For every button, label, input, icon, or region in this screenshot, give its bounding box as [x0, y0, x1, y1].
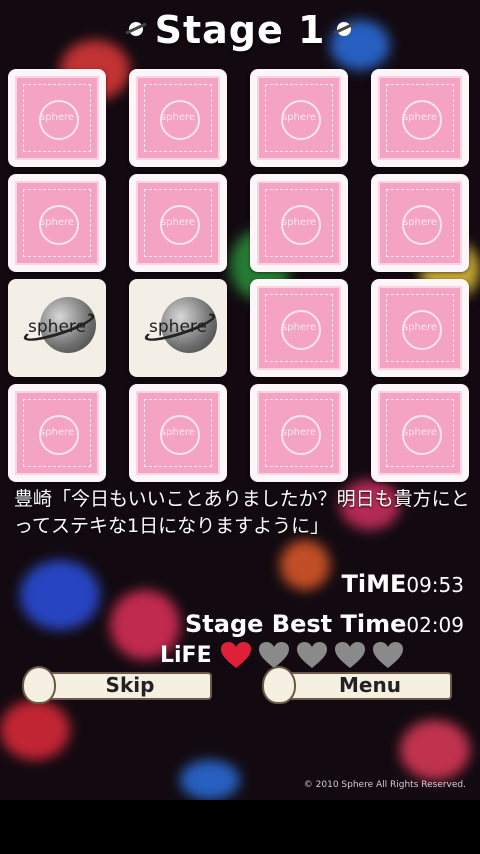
card-back-pattern: sphere — [257, 391, 341, 475]
card-face-down[interactable]: sphere — [371, 384, 469, 482]
card-face-down[interactable]: sphere — [8, 174, 106, 272]
card-label: sphere — [149, 317, 207, 337]
heart-empty-icon — [334, 642, 365, 668]
card-face-down[interactable]: sphere — [371, 69, 469, 167]
copyright-notice: © 2010 Sphere All Rights Reserved. — [303, 780, 466, 790]
skip-button[interactable]: Skip — [22, 666, 212, 704]
time-label: TiME — [341, 570, 407, 598]
time-display: TiME09:53 — [341, 570, 464, 598]
planet-icon — [337, 21, 352, 36]
card-grid: sphere sphere sphere sphere sphere sphere sphe… — [8, 69, 472, 483]
card-label: sphere — [160, 217, 196, 228]
heart-empty-icon — [258, 642, 289, 668]
sphere-logo-icon: sphere — [18, 293, 97, 363]
card-face-down[interactable]: sphere — [8, 384, 106, 482]
skip-label: Skip — [105, 673, 155, 697]
life-label: LiFE — [160, 642, 212, 668]
card-face-down[interactable]: sphere — [129, 384, 227, 482]
card-face-down[interactable]: sphere — [250, 384, 348, 482]
heart-knot-icon — [22, 666, 56, 704]
card-back-pattern: sphere — [378, 181, 462, 265]
card-label: sphere — [160, 112, 196, 123]
card-back-pattern: sphere — [257, 286, 341, 370]
card-label: sphere — [39, 112, 75, 123]
bokeh-light — [400, 720, 470, 780]
card-label: sphere — [281, 112, 317, 123]
stage-title-text: Stage 1 — [154, 8, 326, 52]
card-face-down[interactable]: sphere — [250, 174, 348, 272]
card-label: sphere — [39, 427, 75, 438]
heart-empty-icon — [372, 642, 403, 668]
card-back-pattern: sphere — [257, 76, 341, 160]
card-label: sphere — [402, 112, 438, 123]
card-back-pattern: sphere — [136, 76, 220, 160]
bokeh-light — [280, 540, 330, 590]
time-value: 09:53 — [406, 573, 464, 597]
card-face-down[interactable]: sphere — [371, 174, 469, 272]
heart-empty-icon — [296, 642, 327, 668]
menu-label: Menu — [339, 673, 401, 697]
best-time-display: Stage Best Time02:09 — [185, 610, 464, 638]
card-back-pattern: sphere — [15, 76, 99, 160]
card-label: sphere — [28, 317, 86, 337]
card-label: sphere — [39, 217, 75, 228]
card-label: sphere — [281, 427, 317, 438]
card-label: sphere — [402, 427, 438, 438]
planet-icon — [128, 21, 143, 36]
card-label: sphere — [281, 217, 317, 228]
bokeh-light — [20, 560, 100, 630]
card-face-down[interactable]: sphere — [129, 174, 227, 272]
card-face-up[interactable]: sphere — [8, 279, 106, 377]
sphere-logo-icon: sphere — [139, 293, 218, 363]
card-label: sphere — [402, 217, 438, 228]
card-face-down[interactable]: sphere — [250, 279, 348, 377]
card-label: sphere — [281, 322, 317, 333]
card-back-pattern: sphere — [378, 76, 462, 160]
bokeh-light — [0, 700, 70, 760]
best-time-value: 02:09 — [406, 613, 464, 637]
stage-title: Stage 1 — [0, 8, 480, 52]
heart-knot-icon — [262, 666, 296, 704]
card-face-up[interactable]: sphere — [129, 279, 227, 377]
card-back-pattern: sphere — [378, 391, 462, 475]
card-face-down[interactable]: sphere — [8, 69, 106, 167]
card-back-pattern: sphere — [378, 286, 462, 370]
best-time-label: Stage Best Time — [185, 610, 407, 638]
card-back-pattern: sphere — [15, 391, 99, 475]
card-face-down[interactable]: sphere — [371, 279, 469, 377]
card-face-down[interactable]: sphere — [250, 69, 348, 167]
card-label: sphere — [402, 322, 438, 333]
card-back-pattern: sphere — [257, 181, 341, 265]
character-message: 豊崎「今日もいいことありましたか？明日も貴方にとってステキな1日になりますように… — [14, 488, 470, 537]
menu-button[interactable]: Menu — [262, 666, 452, 704]
card-back-pattern: sphere — [136, 181, 220, 265]
card-back-pattern: sphere — [15, 181, 99, 265]
card-back-pattern: sphere — [136, 391, 220, 475]
card-label: sphere — [160, 427, 196, 438]
card-face-down[interactable]: sphere — [129, 69, 227, 167]
game-screen: Stage 1 sphere sphere sphere sphere sphere sp… — [0, 0, 480, 800]
heart-full-icon — [220, 642, 251, 668]
bokeh-light — [180, 760, 240, 800]
